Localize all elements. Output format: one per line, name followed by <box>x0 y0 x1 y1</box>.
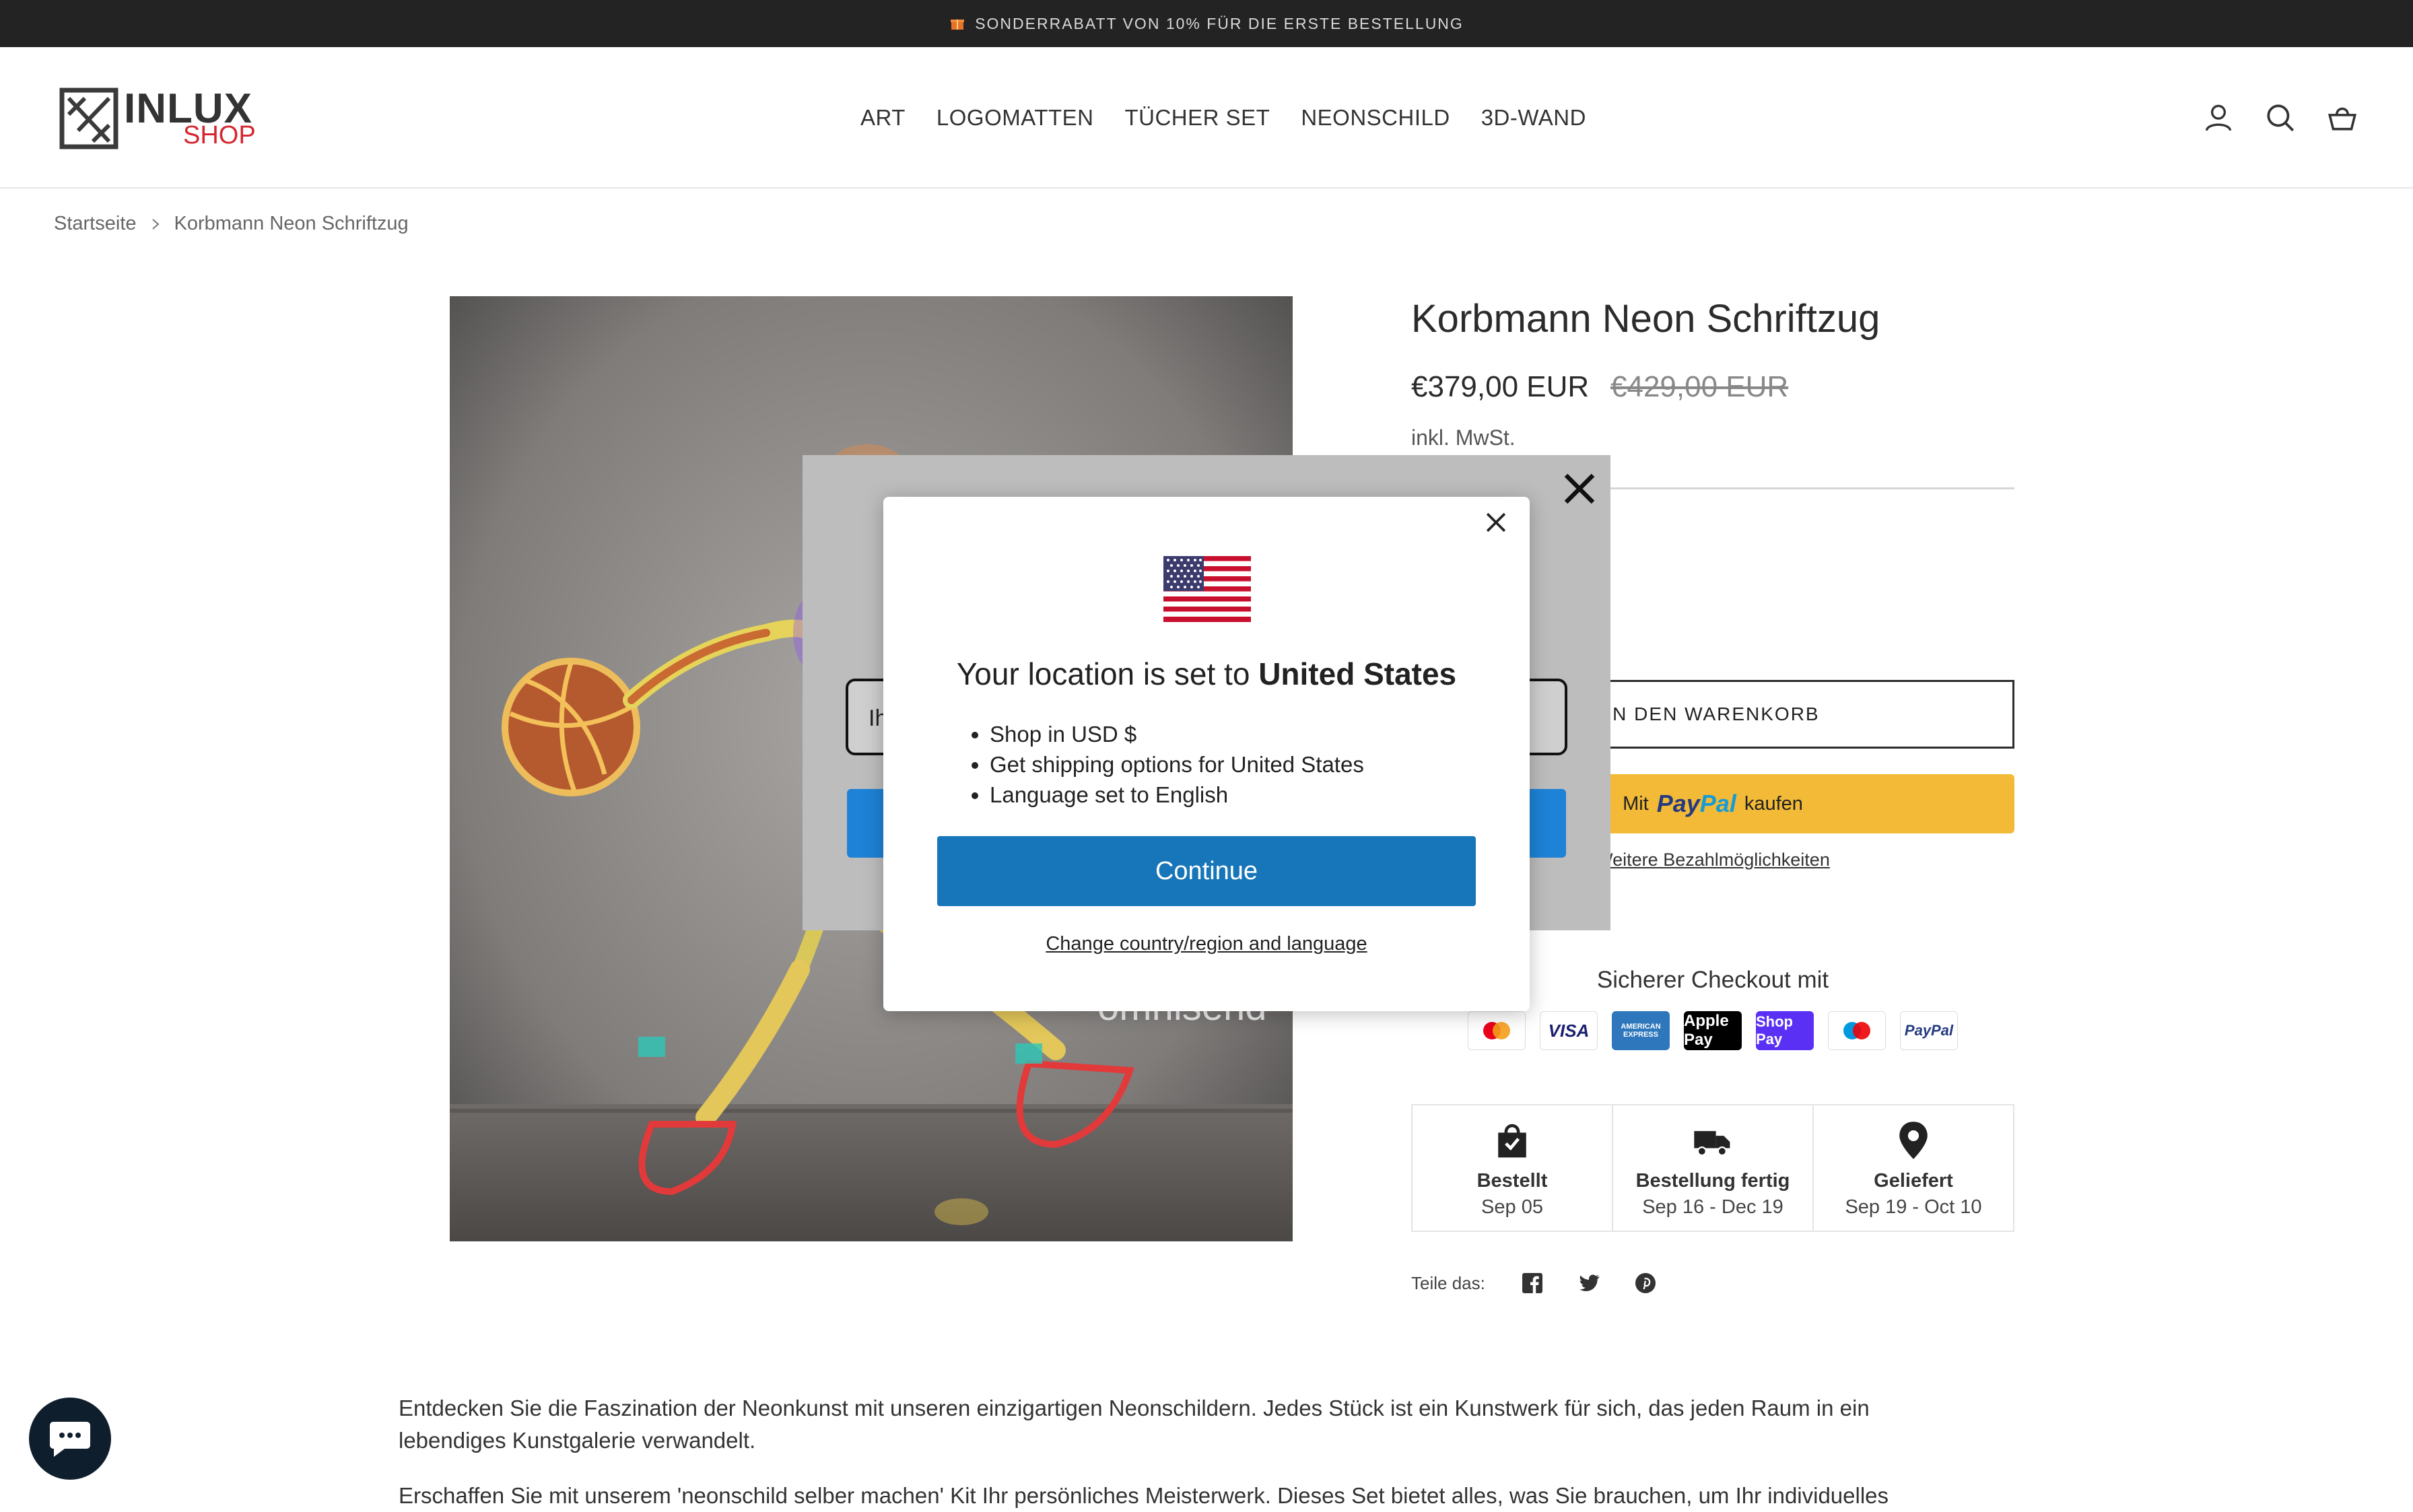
paypal-logo-a: Pay <box>1656 790 1700 817</box>
list-item: Shop in USD $ <box>990 719 1364 749</box>
continue-label: Continue <box>1155 856 1258 885</box>
paypal-icon: PayPal <box>1900 1011 1958 1050</box>
delivery-step-ordered: Bestellt Sep 05 <box>1413 1105 1612 1231</box>
tax-note: inkl. MwSt. <box>1411 425 1516 450</box>
change-country-link[interactable]: Change country/region and language <box>883 933 1530 955</box>
location-modal-title: Your location is set to United States <box>883 656 1530 692</box>
gift-icon <box>951 20 965 30</box>
delivery-step-date: Sep 19 - Oct 10 <box>1845 1196 1982 1218</box>
share-label: Teile das: <box>1411 1272 1485 1293</box>
location-modal: Your location is set to United States Sh… <box>883 497 1530 1011</box>
breadcrumb: Startseite Korbmann Neon Schriftzug <box>54 213 409 235</box>
announcement-text: SONDERRABATT VON 10% FÜR DIE ERSTE BESTE… <box>975 14 1464 32</box>
delivery-step-date: Sep 05 <box>1481 1196 1543 1218</box>
amex-icon: AMERICAN EXPRESS <box>1612 1011 1670 1050</box>
facebook-icon[interactable] <box>1520 1271 1544 1295</box>
chat-launcher-button[interactable] <box>29 1398 111 1480</box>
maestro-icon <box>1828 1011 1886 1050</box>
nav-item-art[interactable]: ART <box>860 105 906 131</box>
apple-pay-icon: Apple Pay <box>1684 1011 1742 1050</box>
product-description-paragraph: Entdecken Sie die Faszination der Neonku… <box>399 1396 1870 1453</box>
location-country: United States <box>1258 656 1457 691</box>
chevron-right-icon <box>151 218 160 230</box>
shop-pay-icon: Shop Pay <box>1756 1011 1814 1050</box>
payment-icons: VISA AMERICAN EXPRESS Apple Pay Shop Pay… <box>1468 1011 1958 1050</box>
close-icon[interactable] <box>1559 469 1600 509</box>
add-to-cart-label: IN DEN WARENKORB <box>1606 703 1820 724</box>
location-title-prefix: Your location is set to <box>956 656 1250 691</box>
product-title: Korbmann Neon Schriftzug <box>1411 297 1880 341</box>
chat-bubble-icon <box>50 1422 90 1457</box>
main-navigation: ART LOGOMATTEN TÜCHER SET NEONSCHILD 3D-… <box>860 105 1586 131</box>
breadcrumb-home[interactable]: Startseite <box>54 213 137 235</box>
product-price: €379,00 EUR <box>1411 370 1590 403</box>
delivery-step-title: Bestellung fertig <box>1635 1170 1790 1192</box>
site-header: INLUX SHOP ART LOGOMATTEN TÜCHER SET NEO… <box>0 47 2413 188</box>
delivery-step-ready: Bestellung fertig Sep 16 - Dec 19 <box>1612 1105 1812 1231</box>
location-details-list: Shop in USD $ Get shipping options for U… <box>959 719 1364 810</box>
twitter-icon[interactable] <box>1577 1271 1601 1295</box>
shopping-bag-icon <box>1498 1124 1526 1158</box>
nav-item-neonschild[interactable]: NEONSCHILD <box>1301 105 1450 131</box>
nav-item-3d-wand[interactable]: 3D-WAND <box>1481 105 1586 131</box>
us-flag-icon <box>1163 556 1251 622</box>
search-icon[interactable] <box>2264 101 2297 135</box>
visa-icon: VISA <box>1540 1011 1598 1050</box>
location-pin-icon <box>1899 1122 1928 1159</box>
delivery-step-delivered: Geliefert Sep 19 - Oct 10 <box>1812 1105 2013 1231</box>
breadcrumb-current: Korbmann Neon Schriftzug <box>174 213 409 234</box>
mastercard-icon <box>1468 1011 1526 1050</box>
delivery-step-title: Bestellt <box>1476 1170 1548 1192</box>
continue-button[interactable]: Continue <box>937 836 1476 906</box>
paypal-logo: PayPal <box>1657 790 1736 818</box>
truck-icon <box>1694 1131 1730 1157</box>
share-bar: Teile das: <box>1411 1271 1658 1295</box>
product-description-paragraph: Erschaffen Sie mit unserem 'neonschild s… <box>399 1483 1889 1508</box>
site-logo[interactable]: INLUX SHOP <box>59 85 256 151</box>
paypal-prefix: Mit <box>1623 792 1649 815</box>
cart-icon[interactable] <box>2325 101 2359 135</box>
nav-item-tuecher-set[interactable]: TÜCHER SET <box>1124 105 1270 131</box>
close-icon[interactable] <box>1481 508 1511 537</box>
pinterest-icon[interactable] <box>1633 1271 1658 1295</box>
logo-mark-icon <box>59 88 118 149</box>
delivery-step-date: Sep 16 - Dec 19 <box>1642 1196 1783 1218</box>
product-compare-price: €429,00 EUR <box>1610 370 1789 403</box>
delivery-step-title: Geliefert <box>1874 1170 1953 1192</box>
logo-subtext: SHOP <box>183 121 256 149</box>
list-item: Get shipping options for United States <box>990 749 1364 780</box>
nav-item-logomatten[interactable]: LOGOMATTEN <box>937 105 1094 131</box>
list-item: Language set to English <box>990 780 1364 810</box>
account-icon[interactable] <box>2202 101 2235 135</box>
paypal-logo-b: Pal <box>1699 790 1736 817</box>
paypal-suffix: kaufen <box>1744 792 1803 815</box>
announcement-bar: SONDERRABATT VON 10% FÜR DIE ERSTE BESTE… <box>0 0 2413 47</box>
delivery-timeline: Bestellt Sep 05 Bestellung fertig Sep 16… <box>1411 1104 2014 1232</box>
